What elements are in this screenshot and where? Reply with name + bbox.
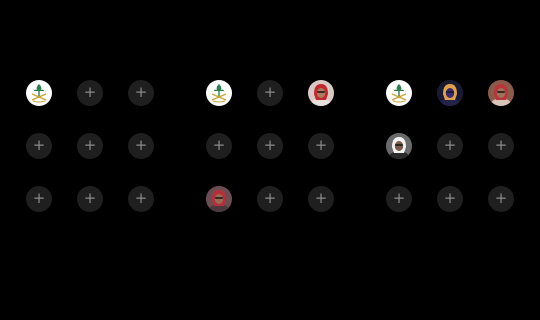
add-slot-button[interactable]: + (128, 133, 154, 159)
plus-icon: + (134, 82, 148, 101)
add-slot-button[interactable]: + (77, 133, 103, 159)
add-slot-button[interactable]: + (488, 133, 514, 159)
add-slot-button[interactable]: + (488, 186, 514, 212)
avatar-red-headdress (308, 80, 334, 106)
add-slot-button[interactable]: + (437, 186, 463, 212)
slot-grid-1: + + + + + + + + (26, 80, 154, 212)
add-slot-button[interactable]: + (386, 186, 412, 212)
add-slot-button[interactable]: + (257, 186, 283, 212)
add-slot-button[interactable]: + (308, 133, 334, 159)
add-slot-button[interactable]: + (257, 133, 283, 159)
add-slot-button[interactable]: + (26, 133, 52, 159)
plus-icon: + (494, 188, 508, 207)
add-slot-button[interactable]: + (77, 80, 103, 106)
plus-icon: + (263, 188, 277, 207)
avatar-white-headdress (386, 133, 412, 159)
plus-icon: + (443, 135, 457, 154)
plus-icon: + (32, 188, 46, 207)
plus-icon: + (392, 188, 406, 207)
plus-icon: + (263, 135, 277, 154)
plus-icon: + (83, 135, 97, 154)
avatar-grid-stage: + + + + + + + + + + + + + + + + + + + (0, 0, 540, 320)
user-avatar-slot[interactable] (386, 133, 412, 159)
add-slot-button[interactable]: + (257, 80, 283, 106)
user-avatar-slot[interactable] (308, 80, 334, 106)
plus-icon: + (134, 135, 148, 154)
plus-icon: + (494, 135, 508, 154)
add-slot-button[interactable]: + (26, 186, 52, 212)
slot-grid-2: + + + + + + (206, 80, 334, 212)
add-slot-button[interactable]: + (437, 133, 463, 159)
emblem-avatar-slot[interactable] (26, 80, 52, 106)
user-avatar-slot[interactable] (206, 186, 232, 212)
add-slot-button[interactable]: + (77, 186, 103, 212)
slot-grid-3: + + + + + (386, 80, 514, 212)
plus-icon: + (32, 135, 46, 154)
avatar-red-headdress-2 (206, 186, 232, 212)
plus-icon: + (314, 135, 328, 154)
add-slot-button[interactable]: + (128, 80, 154, 106)
saudi-emblem-icon (388, 82, 410, 104)
add-slot-button[interactable]: + (206, 133, 232, 159)
plus-icon: + (83, 188, 97, 207)
emblem-avatar-slot[interactable] (386, 80, 412, 106)
plus-icon: + (83, 82, 97, 101)
avatar-dark-photo (437, 80, 463, 106)
plus-icon: + (314, 188, 328, 207)
add-slot-button[interactable]: + (128, 186, 154, 212)
emblem-avatar-slot[interactable] (206, 80, 232, 106)
plus-icon: + (443, 188, 457, 207)
user-avatar-slot[interactable] (488, 80, 514, 106)
plus-icon: + (263, 82, 277, 101)
avatar-red-headdress-3 (488, 80, 514, 106)
add-slot-button[interactable]: + (308, 186, 334, 212)
saudi-emblem-icon (208, 82, 230, 104)
saudi-emblem-icon (28, 82, 50, 104)
plus-icon: + (212, 135, 226, 154)
user-avatar-slot[interactable] (437, 80, 463, 106)
plus-icon: + (134, 188, 148, 207)
